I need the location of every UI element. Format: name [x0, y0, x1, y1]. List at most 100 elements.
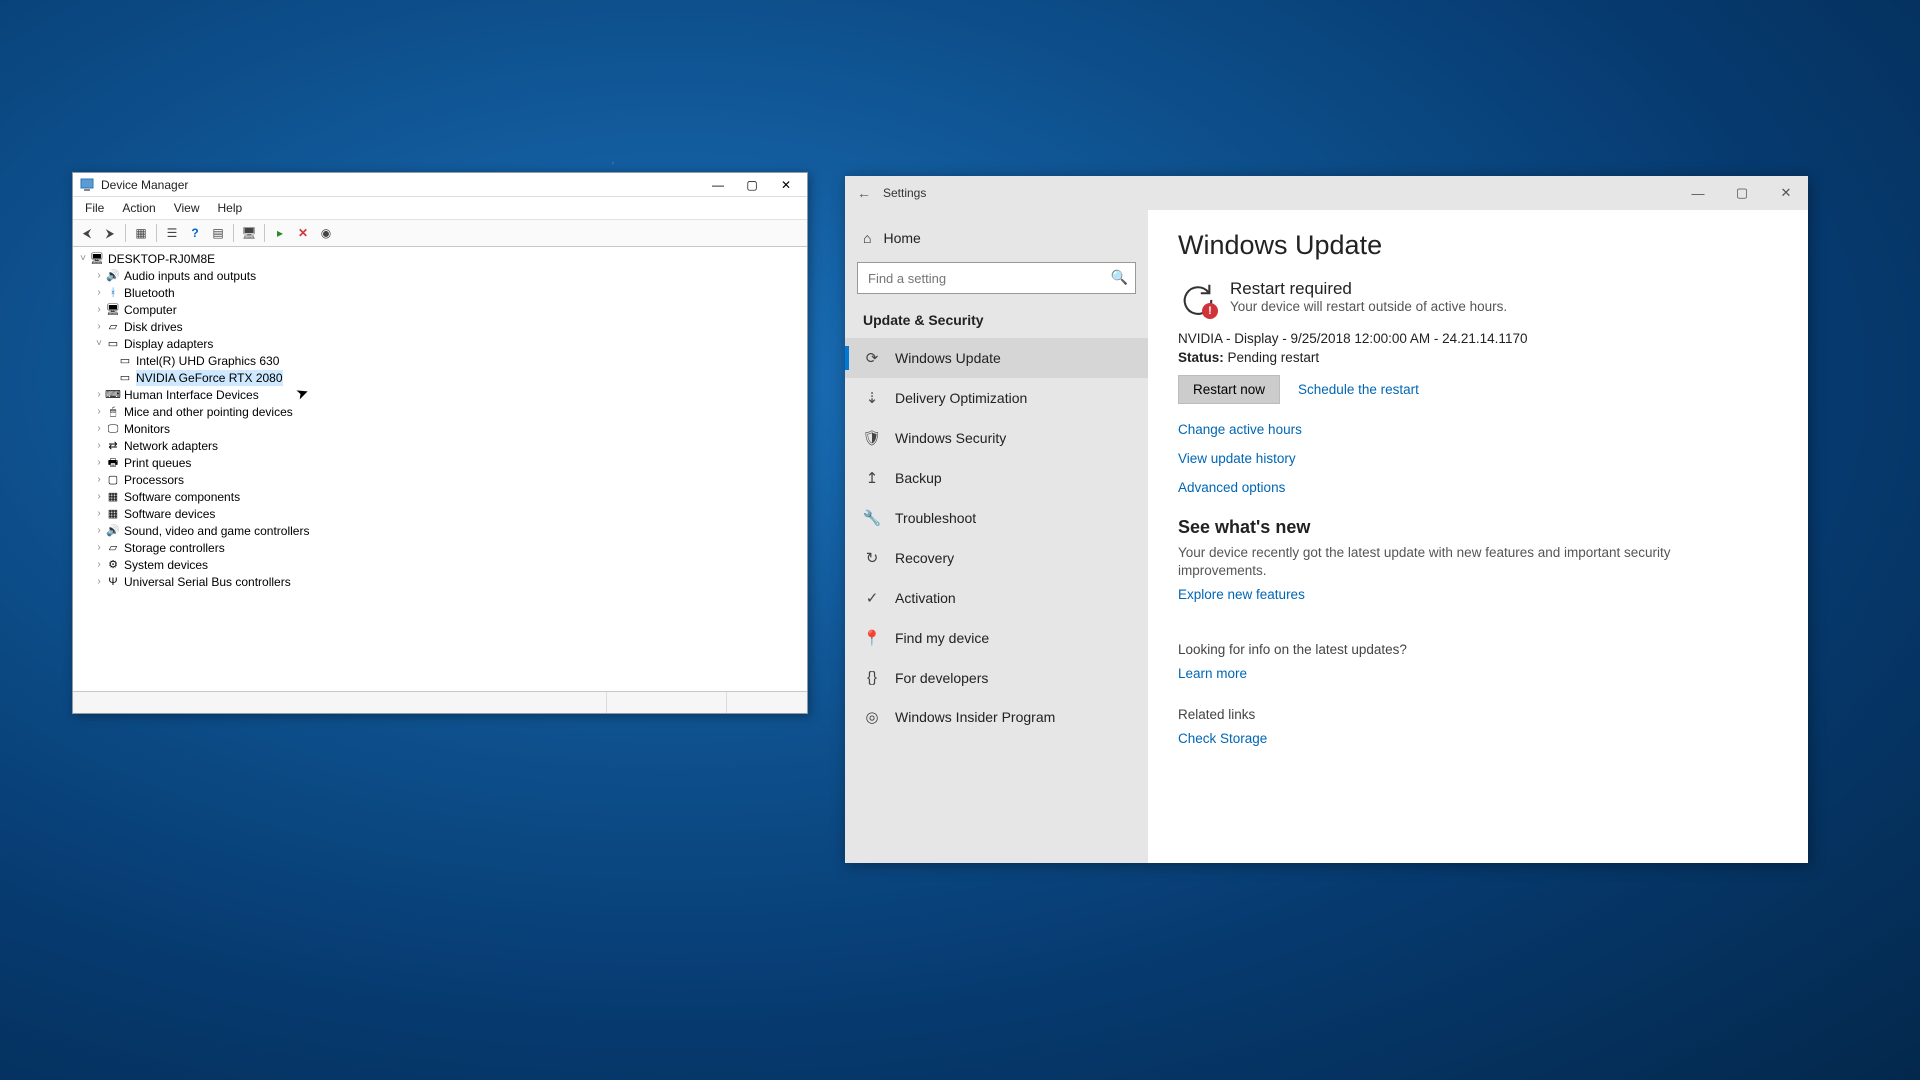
forward-button[interactable]: ⮞ — [99, 222, 121, 244]
nav-windows-update[interactable]: ⟳Windows Update — [845, 338, 1148, 378]
tree-node[interactable]: ›🔊Sound, video and game controllers — [77, 522, 803, 539]
whats-new-text: Your device recently got the latest upda… — [1178, 544, 1738, 580]
maximize-button[interactable]: ▢ — [1720, 178, 1764, 208]
nav-delivery-optimization[interactable]: ⇣Delivery Optimization — [845, 378, 1148, 418]
expand-icon[interactable]: › — [93, 438, 105, 454]
enable-button[interactable]: ◉ — [315, 222, 337, 244]
nav-find-my-device[interactable]: 📍Find my device — [845, 618, 1148, 658]
menu-file[interactable]: File — [77, 199, 112, 217]
view-update-history-link[interactable]: View update history — [1178, 451, 1778, 466]
bluetooth-icon: ᚼ — [105, 286, 121, 300]
tree-node[interactable]: ›▱Storage controllers — [77, 539, 803, 556]
expand-icon[interactable]: › — [93, 387, 105, 403]
nav-troubleshoot[interactable]: 🔧Troubleshoot — [845, 498, 1148, 538]
properties-button[interactable]: ☰ — [161, 222, 183, 244]
tree-node[interactable]: ›🖥Computer — [77, 301, 803, 318]
menu-view[interactable]: View — [166, 199, 208, 217]
expand-icon[interactable]: › — [93, 574, 105, 590]
tree-node[interactable]: ›▦Software components — [77, 488, 803, 505]
software-icon: ▦ — [105, 490, 121, 504]
tree-node[interactable]: ›▦Software devices — [77, 505, 803, 522]
menu-bar: File Action View Help — [73, 197, 807, 220]
tree-node[interactable]: ›🖵Monitors — [77, 420, 803, 437]
show-hide-tree-button[interactable]: ▦ — [130, 222, 152, 244]
expand-icon[interactable]: › — [93, 472, 105, 488]
menu-help[interactable]: Help — [210, 199, 251, 217]
tree-node[interactable]: ›⚙System devices — [77, 556, 803, 573]
tree-node[interactable]: ›▱Disk drives — [77, 318, 803, 335]
minimize-button[interactable]: — — [1676, 178, 1720, 208]
window-title: Settings — [883, 186, 1676, 200]
expand-icon[interactable]: › — [93, 421, 105, 437]
help-button[interactable]: ? — [184, 222, 206, 244]
category-header: Update & Security — [845, 304, 1148, 338]
tree-leaf-intel[interactable]: ▭Intel(R) UHD Graphics 630 — [77, 352, 803, 369]
search-icon: 🔍 — [1111, 269, 1128, 286]
titlebar[interactable]: Device Manager — ▢ ✕ — [73, 173, 807, 197]
nav-activation[interactable]: ✓Activation — [845, 578, 1148, 618]
update-name: NVIDIA - Display - 9/25/2018 12:00:00 AM… — [1178, 331, 1778, 346]
update-status: Status: Pending restart — [1178, 350, 1778, 365]
nav-for-developers[interactable]: {}For developers — [845, 658, 1148, 697]
uninstall-button[interactable]: ✕ — [292, 222, 314, 244]
tree-node[interactable]: ›🖱Mice and other pointing devices — [77, 403, 803, 420]
home-button[interactable]: ⌂ Home — [845, 220, 1148, 256]
close-button[interactable]: ✕ — [769, 175, 803, 195]
content-area: Windows Update ! Restart required Your d… — [1148, 210, 1808, 863]
tree-node[interactable]: ›🖶Print queues — [77, 454, 803, 471]
expand-icon[interactable]: › — [93, 285, 105, 301]
device-tree[interactable]: ˅ 🖥 DESKTOP-RJ0M8E ›🔊Audio inputs and ou… — [73, 247, 807, 691]
search-field[interactable]: 🔍 — [857, 262, 1136, 294]
advanced-options-link[interactable]: Advanced options — [1178, 480, 1778, 495]
minimize-button[interactable]: — — [701, 175, 735, 195]
home-icon: ⌂ — [863, 230, 871, 246]
tree-node-display[interactable]: ˅▭Display adapters — [77, 335, 803, 352]
tree-node[interactable]: ›ᚼBluetooth — [77, 284, 803, 301]
tree-root[interactable]: ˅ 🖥 DESKTOP-RJ0M8E — [77, 250, 803, 267]
expand-icon[interactable]: › — [93, 302, 105, 318]
close-button[interactable]: ✕ — [1764, 178, 1808, 208]
expand-icon[interactable]: › — [93, 319, 105, 335]
list-button[interactable]: ▤ — [207, 222, 229, 244]
expand-icon[interactable]: ˅ — [77, 251, 89, 267]
learn-more-link[interactable]: Learn more — [1178, 666, 1247, 681]
nav-backup[interactable]: ↥Backup — [845, 458, 1148, 498]
schedule-restart-link[interactable]: Schedule the restart — [1298, 382, 1419, 397]
update-driver-button[interactable]: ▸ — [269, 222, 291, 244]
shield-icon: 🛡 — [863, 429, 881, 447]
expand-icon[interactable]: › — [93, 540, 105, 556]
mouse-icon: 🖱 — [105, 405, 121, 419]
tree-node[interactable]: ›⌨Human Interface Devices — [77, 386, 803, 403]
software-icon: ▦ — [105, 507, 121, 521]
scan-button[interactable]: 🖥 — [238, 222, 260, 244]
tree-node[interactable]: ›▢Processors — [77, 471, 803, 488]
expand-icon[interactable]: › — [93, 268, 105, 284]
nav-windows-security[interactable]: 🛡Windows Security — [845, 418, 1148, 458]
nav-recovery[interactable]: ↻Recovery — [845, 538, 1148, 578]
titlebar[interactable]: ← Settings — ▢ ✕ — [845, 176, 1808, 210]
tree-leaf-nvidia[interactable]: ▭NVIDIA GeForce RTX 2080 — [77, 369, 803, 386]
explore-features-link[interactable]: Explore new features — [1178, 587, 1305, 602]
tree-node[interactable]: ›⇄Network adapters — [77, 437, 803, 454]
delivery-icon: ⇣ — [863, 389, 881, 407]
back-button[interactable]: ← — [845, 185, 883, 201]
expand-icon[interactable]: › — [93, 506, 105, 522]
computer-icon: 🖥 — [89, 252, 105, 266]
menu-action[interactable]: Action — [114, 199, 163, 217]
expand-icon[interactable]: › — [93, 489, 105, 505]
expand-icon[interactable]: › — [93, 523, 105, 539]
change-active-hours-link[interactable]: Change active hours — [1178, 422, 1778, 437]
back-button[interactable]: ⮜ — [76, 222, 98, 244]
collapse-icon[interactable]: ˅ — [93, 336, 105, 352]
nav-insider-program[interactable]: ◎Windows Insider Program — [845, 697, 1148, 737]
expand-icon[interactable]: › — [93, 557, 105, 573]
restart-now-button[interactable]: Restart now — [1178, 375, 1280, 404]
page-title: Windows Update — [1178, 230, 1778, 261]
expand-icon[interactable]: › — [93, 404, 105, 420]
expand-icon[interactable]: › — [93, 455, 105, 471]
tree-node[interactable]: ›🔊Audio inputs and outputs — [77, 267, 803, 284]
check-storage-link[interactable]: Check Storage — [1178, 731, 1267, 746]
search-input[interactable] — [857, 262, 1136, 294]
tree-node[interactable]: ›ΨUniversal Serial Bus controllers — [77, 573, 803, 590]
maximize-button[interactable]: ▢ — [735, 175, 769, 195]
